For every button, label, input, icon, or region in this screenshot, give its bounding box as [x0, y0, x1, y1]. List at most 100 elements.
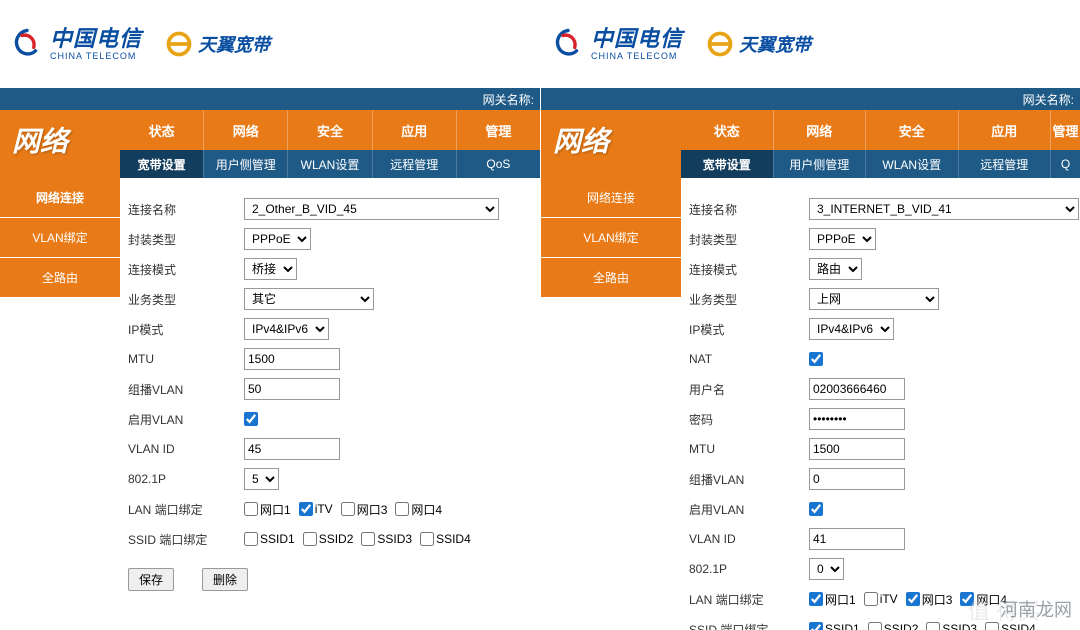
tab-application[interactable]: 应用 — [372, 110, 456, 150]
label-nat: NAT — [689, 352, 809, 366]
chk-ssid4[interactable] — [985, 622, 999, 630]
telecom-swirl-icon — [551, 27, 585, 61]
chk-itv[interactable] — [864, 592, 878, 606]
chk-ssid3[interactable] — [361, 532, 375, 546]
input-mcast-vlan[interactable] — [809, 468, 905, 490]
label-conn-name: 连接名称 — [689, 201, 809, 218]
select-dot1p[interactable]: 5 — [244, 468, 279, 490]
logo-bar: 中国电信 CHINA TELECOM 天翼宽带 — [0, 0, 540, 88]
chk-ssid4[interactable] — [420, 532, 434, 546]
label-dot1p: 802.1P — [128, 472, 244, 486]
subtab-broadband[interactable]: 宽带设置 — [681, 150, 773, 178]
subtab-wlan[interactable]: WLAN设置 — [865, 150, 958, 178]
input-username[interactable] — [809, 378, 905, 400]
select-encap[interactable]: PPPoE — [244, 228, 311, 250]
tab-status[interactable]: 状态 — [681, 110, 773, 150]
tianyi-e-icon — [705, 29, 735, 59]
delete-button[interactable]: 删除 — [202, 568, 248, 591]
tianyi-text: 天翼宽带 — [739, 31, 811, 57]
label-username: 用户名 — [689, 381, 809, 398]
select-conn-name[interactable]: 2_Other_B_VID_45 — [244, 198, 499, 220]
checkbox-vlan-enable[interactable] — [244, 412, 258, 426]
sidebar-item-allroute[interactable]: 全路由 — [0, 258, 120, 298]
subtab-wlan[interactable]: WLAN设置 — [287, 150, 371, 178]
sidebar-item-vlanbind[interactable]: VLAN绑定 — [0, 218, 120, 258]
side-nav: 网络连接 VLAN绑定 全路由 — [541, 178, 681, 630]
label-lan-bind: LAN 端口绑定 — [128, 501, 244, 518]
sidebar-item-vlanbind[interactable]: VLAN绑定 — [541, 218, 681, 258]
chk-lan4[interactable] — [960, 592, 974, 606]
chk-lan3[interactable] — [906, 592, 920, 606]
telecom-cn-text: 中国电信 — [50, 28, 142, 50]
select-svc-type[interactable]: 上网 — [809, 288, 939, 310]
tab-security[interactable]: 安全 — [287, 110, 371, 150]
select-ip-mode[interactable]: IPv4&IPv6 — [809, 318, 894, 340]
subtab-remote[interactable]: 远程管理 — [372, 150, 456, 178]
label-svc-type: 业务类型 — [128, 291, 244, 308]
save-button[interactable]: 保存 — [128, 568, 174, 591]
tab-status[interactable]: 状态 — [120, 110, 203, 150]
tab-security[interactable]: 安全 — [865, 110, 958, 150]
chk-lan1[interactable] — [809, 592, 823, 606]
chk-ssid3[interactable] — [926, 622, 940, 630]
input-mtu[interactable] — [244, 348, 340, 370]
subtab-remote[interactable]: 远程管理 — [958, 150, 1051, 178]
ssid-bind-group: SSID1 SSID2 SSID3 SSID4 — [244, 532, 471, 546]
subtab-user-side[interactable]: 用户侧管理 — [203, 150, 287, 178]
chk-lan3[interactable] — [341, 502, 355, 516]
input-password[interactable] — [809, 408, 905, 430]
subtab-qos[interactable]: QoS — [456, 150, 540, 178]
section-title: 网络 — [0, 110, 120, 178]
china-telecom-logo: 中国电信 CHINA TELECOM — [10, 27, 142, 61]
chk-itv[interactable] — [299, 502, 313, 516]
select-svc-type[interactable]: 其它 — [244, 288, 374, 310]
tab-manage[interactable]: 管理 — [456, 110, 540, 150]
input-vlan-id[interactable] — [809, 528, 905, 550]
label-lan-bind: LAN 端口绑定 — [689, 591, 809, 608]
select-conn-name[interactable]: 3_INTERNET_B_VID_41 — [809, 198, 1079, 220]
chk-lan4[interactable] — [395, 502, 409, 516]
checkbox-nat[interactable] — [809, 352, 823, 366]
select-ip-mode[interactable]: IPv4&IPv6 — [244, 318, 329, 340]
section-title-text: 网络 — [553, 120, 609, 160]
chk-ssid1[interactable] — [244, 532, 258, 546]
subtab-qos[interactable]: Q — [1050, 150, 1080, 178]
select-conn-mode[interactable]: 路由 — [809, 258, 862, 280]
select-dot1p[interactable]: 0 — [809, 558, 844, 580]
sidebar-item-netconn[interactable]: 网络连接 — [541, 178, 681, 218]
label-vlan-id: VLAN ID — [128, 442, 244, 456]
sidebar-item-netconn[interactable]: 网络连接 — [0, 178, 120, 218]
form-content: 连接名称2_Other_B_VID_45 封装类型PPPoE 连接模式桥接 业务… — [120, 178, 540, 608]
label-mtu: MTU — [128, 352, 244, 366]
label-encap: 封装类型 — [689, 231, 809, 248]
label-mcast-vlan: 组播VLAN — [128, 381, 244, 398]
lan-bind-group: 网口1 iTV 网口3 网口4 — [809, 591, 1007, 608]
input-mcast-vlan[interactable] — [244, 378, 340, 400]
chk-ssid2[interactable] — [868, 622, 882, 630]
main-tabs: 状态 网络 安全 应用 管理 — [120, 110, 540, 150]
tab-network[interactable]: 网络 — [773, 110, 866, 150]
tab-manage[interactable]: 管理 — [1050, 110, 1080, 150]
label-ssid-bind: SSID 端口绑定 — [689, 621, 809, 630]
label-vlan-enable: 启用VLAN — [689, 501, 809, 518]
input-mtu[interactable] — [809, 438, 905, 460]
select-conn-mode[interactable]: 桥接 — [244, 258, 297, 280]
logo-bar: 中国电信 CHINA TELECOM 天翼宽带 — [541, 0, 1080, 88]
tab-application[interactable]: 应用 — [958, 110, 1051, 150]
gateway-label: 网关名称: — [1023, 91, 1074, 108]
label-vlan-id: VLAN ID — [689, 532, 809, 546]
sub-tabs: 宽带设置 用户侧管理 WLAN设置 远程管理 QoS — [120, 150, 540, 178]
chk-ssid2[interactable] — [303, 532, 317, 546]
section-title: 网络 — [541, 110, 681, 178]
subtab-user-side[interactable]: 用户侧管理 — [773, 150, 866, 178]
chk-ssid1[interactable] — [809, 622, 823, 630]
chk-lan1[interactable] — [244, 502, 258, 516]
subtab-broadband[interactable]: 宽带设置 — [120, 150, 203, 178]
label-dot1p: 802.1P — [689, 562, 809, 576]
gateway-label: 网关名称: — [483, 91, 534, 108]
checkbox-vlan-enable[interactable] — [809, 502, 823, 516]
tab-network[interactable]: 网络 — [203, 110, 287, 150]
select-encap[interactable]: PPPoE — [809, 228, 876, 250]
input-vlan-id[interactable] — [244, 438, 340, 460]
sidebar-item-allroute[interactable]: 全路由 — [541, 258, 681, 298]
